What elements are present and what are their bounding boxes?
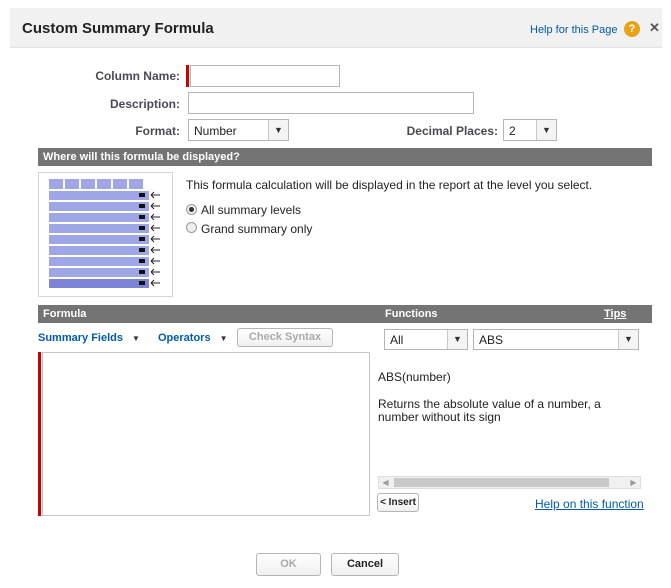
- function-description: Returns the absolute value of a number, …: [378, 397, 601, 424]
- function-category-select[interactable]: All ▼: [384, 329, 468, 350]
- formula-functions-header: Formula: [38, 305, 652, 323]
- chevron-down-icon: ▼: [132, 334, 140, 343]
- decimal-places-value: 2: [509, 124, 516, 138]
- scrollbar-thumb[interactable]: [394, 478, 609, 487]
- decimal-places-label: Decimal Places:: [406, 124, 498, 138]
- check-syntax-button[interactable]: Check Syntax: [237, 328, 333, 347]
- format-select-value: Number: [194, 124, 237, 138]
- required-indicator: [38, 352, 41, 516]
- cancel-button[interactable]: Cancel: [331, 553, 399, 576]
- ok-button[interactable]: OK: [256, 553, 321, 576]
- summary-fields-label: Summary Fields: [38, 332, 123, 344]
- decimal-places-select[interactable]: 2 ▼: [503, 119, 557, 141]
- summary-levels-diagram: [38, 172, 173, 297]
- radio-grand-summary-only[interactable]: [186, 222, 197, 233]
- summary-fields-menu[interactable]: Summary Fields ▼: [38, 332, 140, 344]
- operators-menu[interactable]: Operators ▼: [158, 332, 228, 344]
- function-select-value: ABS: [479, 333, 504, 347]
- summary-levels-diagram-graphic: [49, 179, 160, 288]
- radio-all-summary-levels[interactable]: [186, 204, 197, 215]
- function-select[interactable]: ABS ▼: [473, 329, 639, 350]
- dialog-title: Custom Summary Formula: [22, 20, 214, 37]
- description-input[interactable]: [188, 92, 474, 114]
- scroll-left-icon[interactable]: ◀: [379, 477, 392, 488]
- help-for-this-page-link[interactable]: Help for this Page: [530, 24, 617, 36]
- format-select[interactable]: Number ▼: [188, 119, 289, 141]
- help-on-this-function-link[interactable]: Help on this function: [535, 497, 644, 511]
- scroll-right-icon[interactable]: ▶: [627, 477, 640, 488]
- chevron-down-icon: ▼: [268, 120, 288, 140]
- display-intro-text: This formula calculation will be display…: [186, 178, 593, 192]
- chevron-down-icon: ▼: [447, 330, 467, 349]
- dialog-header: Custom Summary Formula Help for this Pag…: [10, 8, 662, 48]
- radio-all-summary-levels-label: All summary levels: [201, 203, 302, 217]
- formula-section-title: Formula: [43, 308, 87, 320]
- required-indicator: [186, 65, 189, 87]
- function-signature: ABS(number): [378, 370, 451, 384]
- close-icon[interactable]: ✕: [649, 20, 660, 36]
- help-icon[interactable]: ?: [624, 21, 640, 37]
- format-label: Format:: [135, 124, 180, 138]
- insert-button[interactable]: < Insert: [377, 493, 419, 512]
- column-name-input[interactable]: [190, 65, 340, 87]
- function-help-scrollbar[interactable]: ◀ ▶: [378, 476, 641, 489]
- column-name-label: Column Name:: [95, 69, 180, 83]
- chevron-down-icon: ▼: [536, 120, 556, 140]
- function-category-value: All: [390, 333, 404, 347]
- display-section-header: Where will this formula be displayed?: [38, 148, 652, 166]
- functions-section-title: Functions: [385, 308, 438, 320]
- operators-label: Operators: [158, 332, 211, 344]
- radio-grand-summary-only-label: Grand summary only: [201, 222, 313, 236]
- custom-summary-formula-dialog: Custom Summary Formula Help for this Pag…: [0, 0, 671, 588]
- description-label: Description:: [109, 97, 180, 111]
- chevron-down-icon: ▼: [618, 330, 638, 349]
- tips-link[interactable]: Tips: [604, 308, 626, 320]
- chevron-down-icon: ▼: [219, 334, 228, 343]
- formula-editor[interactable]: [42, 352, 370, 516]
